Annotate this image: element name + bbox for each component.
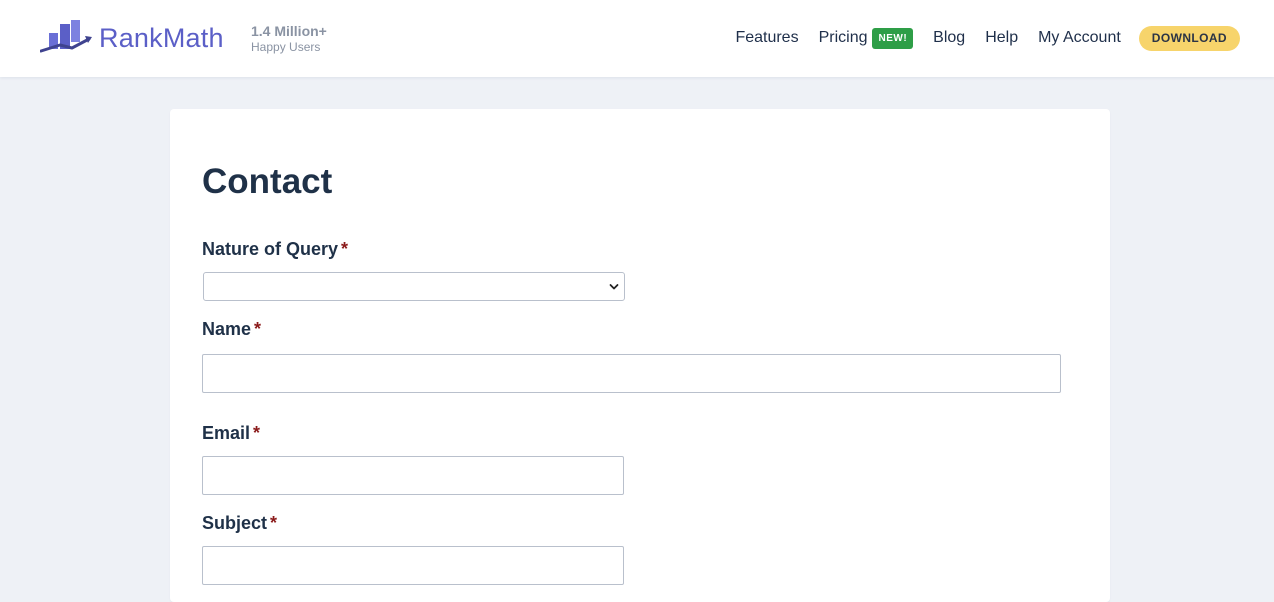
required-marker: * [253, 423, 261, 443]
name-input[interactable] [202, 354, 1061, 393]
page-title: Contact [202, 162, 333, 201]
nav-features[interactable]: Features [735, 29, 798, 47]
user-count: 1.4 Million+ [251, 23, 327, 39]
required-marker: * [254, 319, 262, 339]
email-label-text: Email [202, 423, 251, 443]
name-label-text: Name [202, 319, 252, 339]
nav-pricing[interactable]: Pricing NEW! [818, 27, 914, 49]
new-badge: NEW! [872, 27, 914, 49]
download-button[interactable]: DOWNLOAD [1138, 25, 1240, 51]
email-label: Email * [202, 423, 260, 444]
required-marker: * [341, 239, 349, 259]
email-input[interactable] [202, 456, 624, 495]
main-nav: Features Pricing NEW! Blog Help My Accou… [735, 24, 1240, 52]
required-marker: * [270, 513, 278, 533]
subject-label-text: Subject [202, 513, 268, 533]
user-count-tagline: 1.4 Million+ Happy Users [251, 23, 327, 55]
name-label: Name * [202, 319, 261, 340]
subject-input[interactable] [202, 546, 624, 585]
contact-form-card: Contact Nature of Query * Name * Email * Su… [170, 109, 1110, 602]
brand-name: RankMath [99, 23, 224, 53]
nature-of-query-label-text: Nature of Query [202, 239, 339, 259]
nav-pricing-label: Pricing [818, 29, 868, 46]
rankmath-logo-icon [40, 20, 92, 53]
chevron-down-icon [609, 284, 619, 290]
site-header: RankMath 1.4 Million+ Happy Users Featur… [0, 0, 1274, 77]
nature-of-query-label: Nature of Query * [202, 239, 348, 260]
nature-of-query-select[interactable] [203, 272, 625, 301]
nav-blog[interactable]: Blog [933, 29, 965, 47]
nav-help[interactable]: Help [985, 29, 1018, 47]
nav-my-account[interactable]: My Account [1038, 29, 1121, 47]
subject-label: Subject * [202, 513, 277, 534]
user-count-label: Happy Users [251, 40, 321, 54]
